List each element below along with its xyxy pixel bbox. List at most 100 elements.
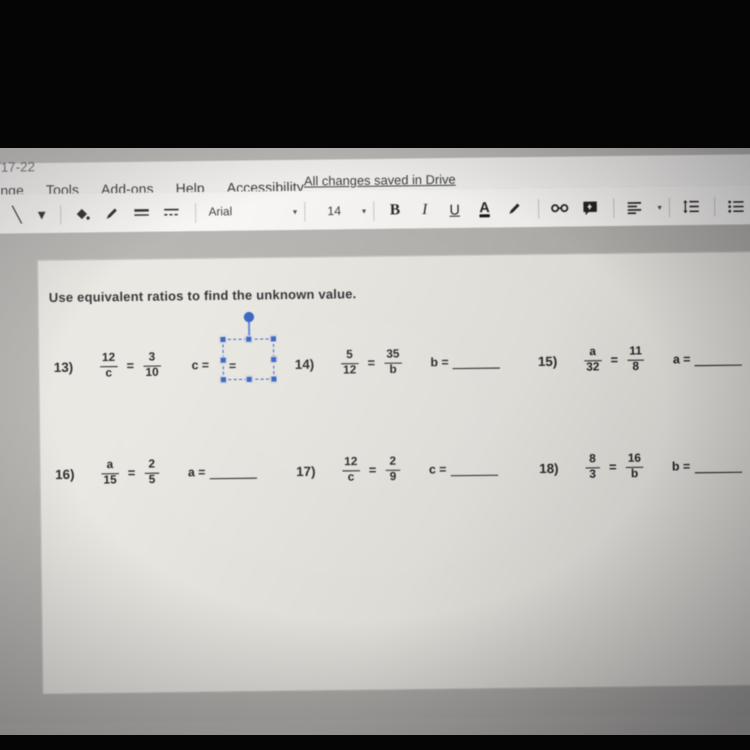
chevron-down-icon[interactable]: ▾ [362,206,366,215]
resize-handle-top-left[interactable] [219,335,227,344]
border-color-icon[interactable] [98,201,125,226]
toolbar-divider [668,197,671,217]
numerator: 5 [346,348,353,362]
undo-icon[interactable]: ↺ [0,203,1,228]
numerator: 12 [344,455,358,469]
toolbar-divider [373,200,375,221]
numerator: 3 [148,351,156,364]
fraction-left: a 32 [584,345,602,375]
problem-number: 13) [53,359,74,375]
equals-sign: = [608,460,617,475]
numerator: 12 [101,351,116,365]
chevron-down-icon: ▾ [292,206,298,217]
add-comment-icon[interactable] [576,195,603,220]
denominator: 8 [632,360,640,374]
resize-handle-bottom-center[interactable] [245,375,253,384]
fraction-right: 2 9 [385,455,401,484]
problem-16[interactable]: 16) a 15 = 2 5 a = [55,458,258,488]
document-name[interactable]: 3/17-22 [0,159,35,175]
link-icon[interactable] [546,196,573,221]
align-icon[interactable] [621,195,648,220]
resize-handle-middle-left[interactable] [219,356,227,364]
border-dash-icon[interactable] [158,200,185,225]
photographed-screen: 3/17-22 range Tools Add-ons Help Accessi… [0,146,750,735]
fraction-left: a 15 [101,458,119,488]
problem-18[interactable]: 18) 8 3 = 16 b b = [539,452,742,482]
font-size-value: 14 [327,203,342,219]
numerator: 8 [589,452,596,466]
answer-label: c = [428,462,447,477]
italic-button[interactable]: I [411,197,438,222]
numerator: 2 [389,455,397,468]
answer-blank[interactable] [694,352,743,367]
equals-sign: = [368,463,377,478]
answer-blank[interactable] [694,459,742,474]
resize-handle-bottom-right[interactable] [270,375,278,383]
answer-field[interactable]: c = [428,462,499,477]
fraction-left: 12 c [99,351,118,381]
problem-number: 14) [294,356,315,372]
slide-canvas[interactable]: Use equivalent ratios to find the unknow… [37,250,750,695]
highlight-pen-icon[interactable] [501,196,528,221]
bulleted-list-icon[interactable] [722,194,749,219]
text-color-button[interactable]: A [471,197,498,222]
answer-blank[interactable] [450,462,499,477]
resize-handle-middle-right[interactable] [270,355,278,364]
line-tool-caret-icon[interactable]: ▾ [33,202,50,227]
denominator: c [347,471,355,484]
toolbar-divider [195,202,197,223]
problem-15[interactable]: 15) a 32 = 11 8 a = [537,345,743,375]
numerator: 2 [148,458,156,471]
selected-text-box[interactable]: = [219,311,278,384]
answer-blank[interactable] [209,465,258,480]
denominator: 15 [103,474,117,487]
denominator: 3 [589,468,597,481]
toolbar-divider [304,201,306,222]
underline-button[interactable]: U [441,197,468,222]
fraction-left: 12 c [342,455,360,485]
denominator: 5 [148,473,156,487]
answer-field[interactable]: a = [188,465,258,480]
bold-button[interactable]: B [381,198,408,223]
resize-handle-bottom-left[interactable] [219,376,228,384]
denominator: 9 [389,470,397,484]
denominator: 10 [145,366,159,380]
problem-number: 16) [55,466,75,482]
answer-blank[interactable] [452,355,501,370]
fraction-right: 16 b [625,452,644,481]
toolbar-divider [538,198,540,219]
answer-label: b = [671,459,691,474]
problem-number: 15) [537,353,558,369]
letterbox-top [0,0,750,148]
border-weight-icon[interactable] [128,201,155,226]
problem-14[interactable]: 14) 5 12 = 35 b b = [295,348,501,378]
answer-field[interactable]: b = [430,354,501,370]
equals-sign: = [367,355,376,371]
resize-handle-top-center[interactable] [245,335,253,343]
numerator: a [106,458,114,472]
line-tool-icon[interactable]: ╲ [3,202,30,227]
fraction-right: 11 8 [627,345,645,374]
problem-13[interactable]: 13) 12 c = 3 10 c = [53,351,210,381]
fill-color-icon[interactable] [68,202,95,227]
answer-field[interactable]: b = [672,459,742,474]
numerator: a [589,345,596,359]
fraction-right: 2 5 [144,458,160,487]
answer-label: c = [191,358,210,373]
font-family-select[interactable]: Arial ▾ [203,200,297,224]
rotation-handle[interactable] [243,311,255,323]
toolbar-divider [60,204,62,225]
resize-handle-top-right[interactable] [269,335,278,343]
answer-field[interactable]: a = [673,352,743,367]
chevron-down-icon[interactable]: ▾ [658,202,662,211]
font-family-value: Arial [208,206,233,219]
line-spacing-icon[interactable] [677,194,704,219]
equals-sign: = [127,466,136,481]
numerator: 35 [386,348,400,361]
save-status: All changes saved in Drive [303,172,456,189]
problem-17[interactable]: 17) 12 c = 2 9 c = [296,455,499,485]
numerator: 16 [627,452,642,465]
fraction-right: 35 b [384,348,402,377]
letterbox-bottom [0,735,750,750]
font-size-select[interactable]: 14 [312,199,356,222]
